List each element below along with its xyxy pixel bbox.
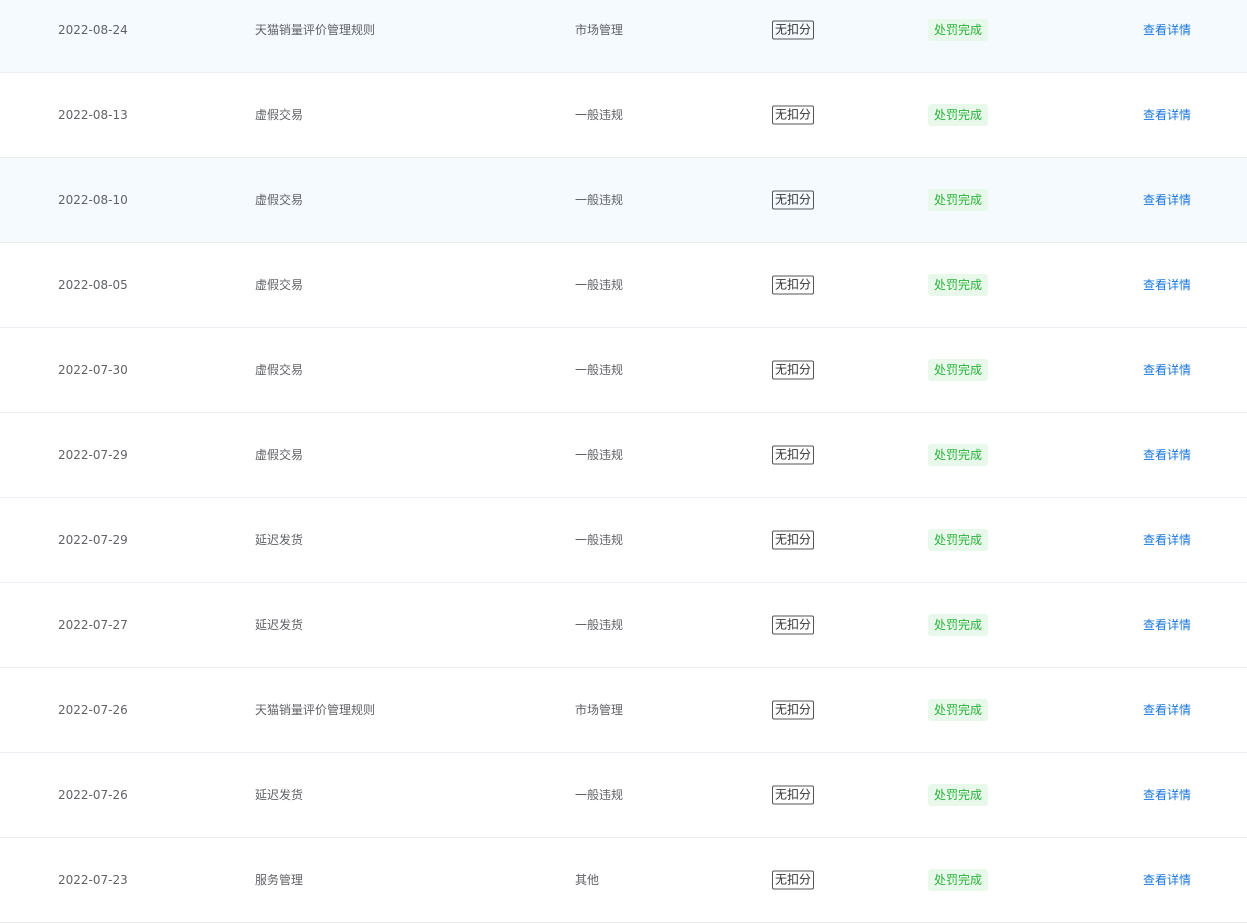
date-cell: 2022-07-26	[58, 703, 128, 717]
reason-cell: 延迟发货	[255, 533, 304, 547]
table-row: 2022-07-23 服务管理 其他 无扣分 处罚完成 查看详情	[0, 838, 1247, 923]
table-row: 2022-07-26 天猫销量评价管理规则 市场管理 无扣分 处罚完成 查看详情	[0, 668, 1247, 753]
reason-cell: 虚假交易	[255, 193, 304, 207]
status-badge: 处罚完成	[928, 104, 989, 126]
violation-type-cell: 一般违规	[575, 363, 624, 377]
points-badge: 无扣分	[772, 700, 815, 720]
table-row: 2022-07-29 虚假交易 一般违规 无扣分 处罚完成 查看详情	[0, 413, 1247, 498]
date-cell: 2022-07-27	[58, 618, 128, 632]
date-cell: 2022-07-23	[58, 873, 128, 887]
view-details-link[interactable]: 查看详情	[1143, 617, 1191, 633]
view-details-link[interactable]: 查看详情	[1143, 447, 1191, 463]
points-badge: 无扣分	[772, 105, 815, 125]
table-row: 2022-08-24 天猫销量评价管理规则 市场管理 无扣分 处罚完成 查看详情	[0, 0, 1247, 73]
status-badge: 处罚完成	[928, 274, 989, 296]
reason-cell: 延迟发货	[255, 788, 304, 802]
status-badge: 处罚完成	[928, 444, 989, 466]
violation-type-cell: 一般违规	[575, 278, 624, 292]
reason-cell: 服务管理	[255, 873, 304, 887]
status-badge: 处罚完成	[928, 529, 989, 551]
table-row: 2022-07-26 延迟发货 一般违规 无扣分 处罚完成 查看详情	[0, 753, 1247, 838]
date-cell: 2022-08-24	[58, 23, 128, 37]
reason-cell: 虚假交易	[255, 363, 304, 377]
date-cell: 2022-07-30	[58, 363, 128, 377]
points-badge: 无扣分	[772, 870, 815, 890]
view-details-link[interactable]: 查看详情	[1143, 277, 1191, 293]
violation-type-cell: 市场管理	[575, 703, 624, 717]
points-badge: 无扣分	[772, 615, 815, 635]
violation-type-cell: 一般违规	[575, 618, 624, 632]
date-cell: 2022-07-26	[58, 788, 128, 802]
reason-cell: 天猫销量评价管理规则	[255, 703, 376, 717]
points-badge: 无扣分	[772, 785, 815, 805]
date-cell: 2022-08-05	[58, 278, 128, 292]
view-details-link[interactable]: 查看详情	[1143, 702, 1191, 718]
violation-type-cell: 一般违规	[575, 193, 624, 207]
penalty-records-page: 2022-08-24 天猫销量评价管理规则 市场管理 无扣分 处罚完成 查看详情…	[0, 0, 1247, 924]
violation-type-cell: 一般违规	[575, 108, 624, 122]
view-details-link[interactable]: 查看详情	[1143, 787, 1191, 803]
violation-type-cell: 一般违规	[575, 448, 624, 462]
reason-cell: 虚假交易	[255, 108, 304, 122]
points-badge: 无扣分	[772, 275, 815, 295]
table-row: 2022-07-30 虚假交易 一般违规 无扣分 处罚完成 查看详情	[0, 328, 1247, 413]
date-cell: 2022-07-29	[58, 533, 128, 547]
table-row: 2022-08-10 虚假交易 一般违规 无扣分 处罚完成 查看详情	[0, 158, 1247, 243]
status-badge: 处罚完成	[928, 699, 989, 721]
view-details-link[interactable]: 查看详情	[1143, 532, 1191, 548]
table-row: 2022-08-13 虚假交易 一般违规 无扣分 处罚完成 查看详情	[0, 73, 1247, 158]
status-badge: 处罚完成	[928, 614, 989, 636]
points-badge: 无扣分	[772, 190, 815, 210]
penalty-table-body: 2022-08-24 天猫销量评价管理规则 市场管理 无扣分 处罚完成 查看详情…	[0, 0, 1247, 923]
view-details-link[interactable]: 查看详情	[1143, 107, 1191, 123]
table-row: 2022-07-27 延迟发货 一般违规 无扣分 处罚完成 查看详情	[0, 583, 1247, 668]
view-details-link[interactable]: 查看详情	[1143, 362, 1191, 378]
reason-cell: 延迟发货	[255, 618, 304, 632]
view-details-link[interactable]: 查看详情	[1143, 192, 1191, 208]
date-cell: 2022-07-29	[58, 448, 128, 462]
reason-cell: 天猫销量评价管理规则	[255, 23, 376, 37]
table-row: 2022-07-29 延迟发货 一般违规 无扣分 处罚完成 查看详情	[0, 498, 1247, 583]
reason-cell: 虚假交易	[255, 278, 304, 292]
points-badge: 无扣分	[772, 445, 815, 465]
violation-type-cell: 一般违规	[575, 533, 624, 547]
violation-type-cell: 市场管理	[575, 23, 624, 37]
status-badge: 处罚完成	[928, 189, 989, 211]
date-cell: 2022-08-13	[58, 108, 128, 122]
status-badge: 处罚完成	[928, 19, 989, 41]
points-badge: 无扣分	[772, 360, 815, 380]
reason-cell: 虚假交易	[255, 448, 304, 462]
view-details-link[interactable]: 查看详情	[1143, 872, 1191, 888]
status-badge: 处罚完成	[928, 359, 989, 381]
points-badge: 无扣分	[772, 20, 815, 40]
status-badge: 处罚完成	[928, 869, 989, 891]
violation-type-cell: 其他	[575, 873, 600, 887]
view-details-link[interactable]: 查看详情	[1143, 22, 1191, 38]
violation-type-cell: 一般违规	[575, 788, 624, 802]
table-row: 2022-08-05 虚假交易 一般违规 无扣分 处罚完成 查看详情	[0, 243, 1247, 328]
date-cell: 2022-08-10	[58, 193, 128, 207]
status-badge: 处罚完成	[928, 784, 989, 806]
points-badge: 无扣分	[772, 530, 815, 550]
